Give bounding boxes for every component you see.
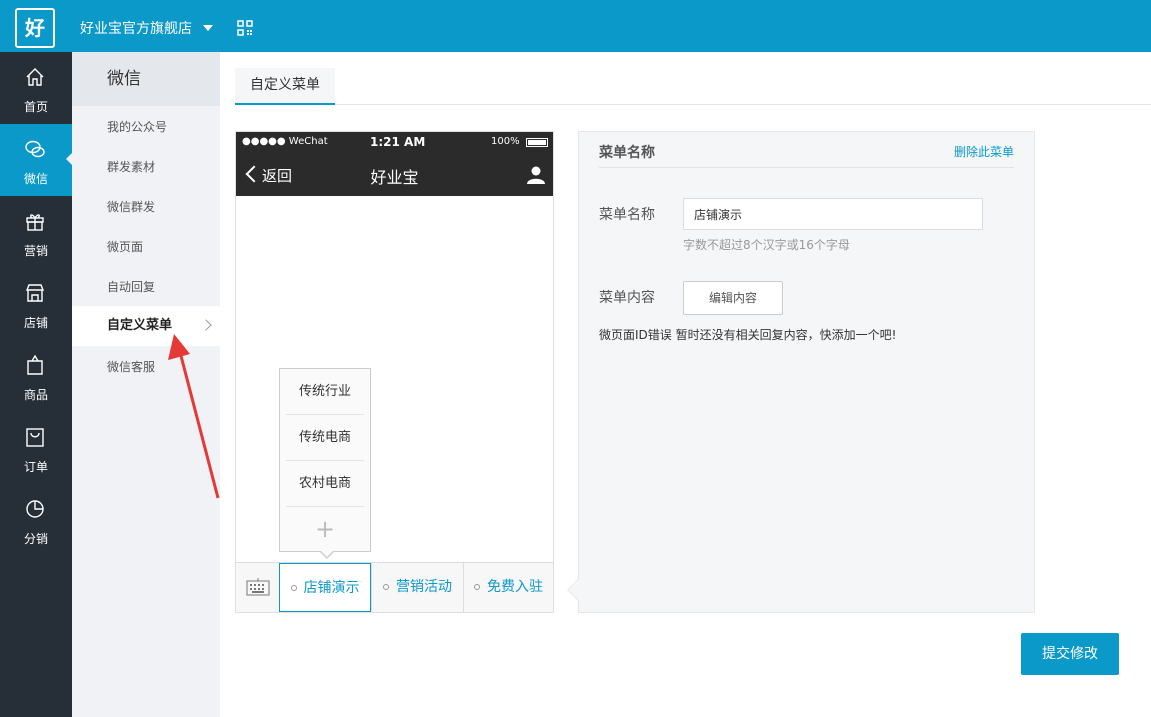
edit-content-button[interactable]: 编辑内容 [683, 281, 783, 315]
error-message: 微页面ID错误 暂时还没有相关回复内容，快添加一个吧! [599, 328, 897, 342]
shop-name[interactable]: 好业宝官方旗舰店 [80, 18, 192, 38]
qrcode-icon[interactable] [237, 20, 253, 36]
sidebar-item-accounts[interactable]: 我的公众号 [72, 107, 220, 147]
store-icon [25, 284, 45, 302]
nav-label: 分销 [23, 532, 48, 546]
submenu-item[interactable]: 传统行业 [286, 369, 364, 415]
order-icon [26, 428, 44, 447]
menu-name-label: 菜单名称 [599, 207, 655, 223]
carrier-text: ●●●●● WeChat [242, 136, 328, 147]
nav-item-home[interactable]: 首页 [0, 52, 72, 124]
subnav-title: 微信 [72, 52, 220, 106]
menu-button-label: 店铺演示 [303, 580, 360, 596]
annotation-arrow [168, 334, 220, 499]
dot-icon [383, 584, 389, 590]
home-icon [26, 68, 44, 86]
menu-button-free-join[interactable]: 免费入驻 [463, 563, 553, 612]
chevron-right-icon [200, 319, 212, 331]
phone-title: 好业宝 [370, 168, 419, 187]
submenu-item[interactable]: 传统电商 [286, 415, 364, 461]
chevron-down-icon[interactable] [203, 25, 213, 31]
pie-chart-icon [26, 500, 44, 518]
nav-item-products[interactable]: 商品 [0, 340, 72, 412]
menu-name-input[interactable] [683, 198, 983, 230]
panel-header: 菜单名称 删除此菜单 [599, 142, 1014, 168]
gift-icon [26, 214, 44, 231]
sidebar-item-auto-reply[interactable]: 自动回复 [72, 267, 220, 307]
bag-icon [27, 354, 43, 375]
nav-label: 首页 [23, 100, 48, 114]
menu-button-store-demo[interactable]: 店铺演示 [279, 563, 371, 612]
tab-bar: 自定义菜单 [235, 68, 1151, 105]
keyboard-icon[interactable] [246, 577, 270, 597]
main-sidebar: 首页 微信 营销 店铺 商品 订单 分销 [0, 52, 72, 717]
add-submenu-button[interactable]: + [280, 507, 370, 551]
wechat-icon [25, 140, 45, 158]
delete-menu-link[interactable]: 删除此菜单 [954, 143, 1014, 160]
nav-item-store[interactable]: 店铺 [0, 268, 72, 340]
battery-text: 100% [491, 136, 520, 147]
nav-label: 商品 [23, 388, 48, 402]
menu-name-hint: 字数不超过8个汉字或16个字母 [683, 238, 850, 252]
user-icon [527, 166, 545, 184]
menu-button-marketing[interactable]: 营销活动 [371, 563, 463, 612]
nav-item-wechat[interactable]: 微信 [0, 124, 72, 196]
nav-item-orders[interactable]: 订单 [0, 412, 72, 484]
dot-icon [474, 584, 480, 590]
sidebar-item-broadcast[interactable]: 微信群发 [72, 187, 220, 227]
submenu-popup: 传统行业 传统电商 农村电商 + [279, 368, 371, 559]
nav-item-marketing[interactable]: 营销 [0, 196, 72, 268]
nav-label: 订单 [23, 460, 48, 474]
submenu-item[interactable]: 农村电商 [286, 461, 364, 507]
logo[interactable]: 好 [15, 8, 55, 48]
top-bar: 好 好业宝官方旗舰店 [0, 0, 1151, 52]
panel-title: 菜单名称 [599, 145, 655, 161]
submenu-arrow [320, 551, 334, 559]
tab-custom-menu[interactable]: 自定义菜单 [235, 68, 335, 105]
battery-icon [526, 138, 548, 147]
nav-item-distribution[interactable]: 分销 [0, 484, 72, 556]
menu-button-label: 营销活动 [396, 579, 452, 595]
menu-button-label: 免费入驻 [487, 579, 543, 595]
phone-status-bar: ●●●●● WeChat 1:21 AM 100% [236, 132, 553, 154]
menu-config-panel: 菜单名称 删除此菜单 菜单名称 字数不超过8个汉字或16个字母 菜单内容 编辑内… [567, 131, 1035, 613]
panel-pointer [567, 578, 579, 602]
sidebar-item-materials[interactable]: 群发素材 [72, 147, 220, 187]
nav-label: 微信 [23, 172, 48, 186]
status-time: 1:21 AM [370, 135, 426, 149]
menu-content-label: 菜单内容 [599, 290, 655, 306]
phone-menu-bar: 店铺演示 营销活动 免费入驻 [236, 562, 553, 612]
nav-label: 店铺 [23, 316, 48, 330]
phone-header: 返回 好业宝 [236, 154, 553, 196]
phone-preview: ●●●●● WeChat 1:21 AM 100% 返回 好业宝 传统行业 传统… [235, 131, 554, 613]
sidebar-item-micropage[interactable]: 微页面 [72, 227, 220, 267]
dot-icon [290, 585, 297, 591]
nav-label: 营销 [23, 244, 48, 258]
submit-button[interactable]: 提交修改 [1021, 633, 1119, 675]
